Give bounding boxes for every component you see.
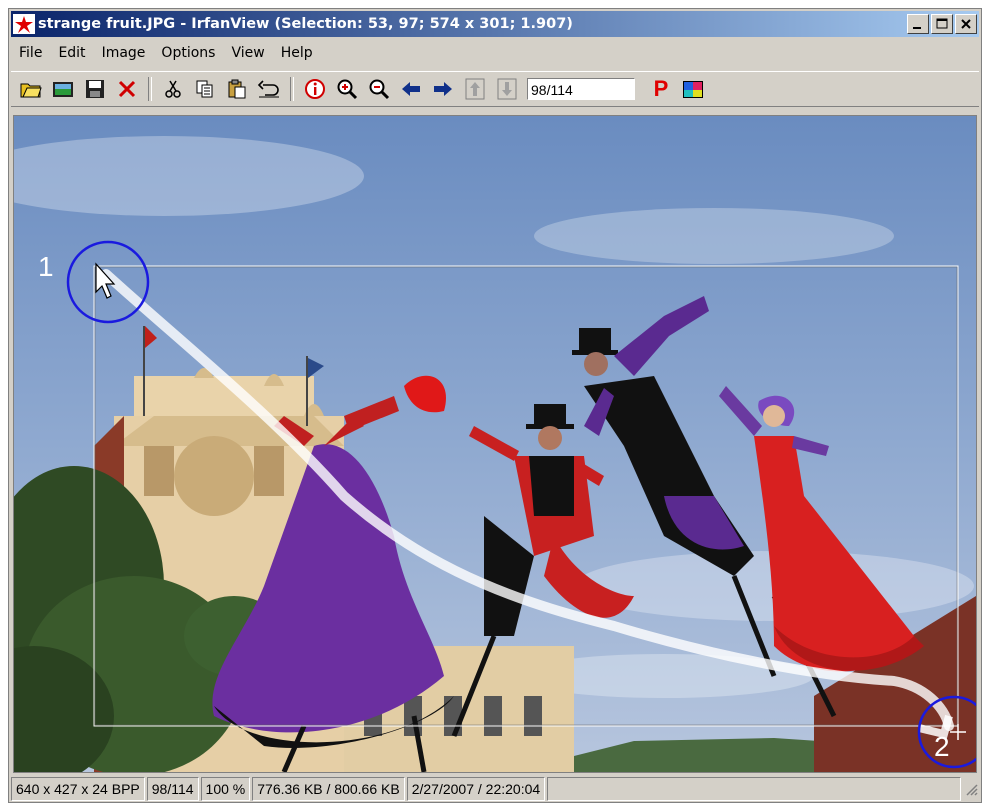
photo-canvas: 1 2 <box>14 116 976 772</box>
toolbar-separator <box>290 77 294 101</box>
close-button[interactable] <box>955 14 977 34</box>
slideshow-icon[interactable] <box>49 75 77 103</box>
status-bar: 640 x 427 x 24 BPP 98/114 100 % 776.36 K… <box>11 777 979 801</box>
first-page-icon[interactable] <box>461 75 489 103</box>
toolbar-separator <box>148 77 152 101</box>
image-viewport[interactable]: 1 2 <box>13 115 977 773</box>
menu-file[interactable]: File <box>11 45 50 61</box>
status-filesize: 776.36 KB / 800.66 KB <box>252 777 405 801</box>
status-dimensions: 640 x 427 x 24 BPP <box>11 777 145 801</box>
resize-grip-icon[interactable] <box>963 777 979 801</box>
previous-arrow-icon[interactable] <box>397 75 425 103</box>
zoom-out-icon[interactable] <box>365 75 393 103</box>
status-page: 98/114 <box>146 777 199 801</box>
cut-icon[interactable] <box>159 75 187 103</box>
menu-edit[interactable]: Edit <box>50 45 93 61</box>
irfanview-window: strange fruit.JPG - IrfanView (Selection… <box>8 8 982 803</box>
menu-options[interactable]: Options <box>153 45 223 61</box>
annotation-label-2: 2 <box>934 731 950 762</box>
menu-help[interactable]: Help <box>273 45 321 61</box>
toolbar: 98/114 P <box>11 71 979 107</box>
open-folder-icon[interactable] <box>17 75 45 103</box>
last-page-icon[interactable] <box>493 75 521 103</box>
save-icon[interactable] <box>81 75 109 103</box>
next-arrow-icon[interactable] <box>429 75 457 103</box>
minimize-button[interactable] <box>907 14 929 34</box>
undo-icon[interactable] <box>255 75 283 103</box>
title-bar[interactable]: strange fruit.JPG - IrfanView (Selection… <box>11 11 979 37</box>
print-label: P <box>653 76 669 101</box>
page-number-field[interactable]: 98/114 <box>527 78 635 100</box>
status-zoom: 100 % <box>200 777 251 801</box>
window-title: strange fruit.JPG - IrfanView (Selection… <box>38 16 573 32</box>
menu-view[interactable]: View <box>223 45 272 61</box>
copy-icon[interactable] <box>191 75 219 103</box>
delete-icon[interactable] <box>113 75 141 103</box>
print-p-icon[interactable]: P <box>647 75 675 103</box>
menu-bar: File Edit Image Options View Help <box>11 41 321 65</box>
menu-image[interactable]: Image <box>94 45 154 61</box>
annotation-label-1: 1 <box>38 251 54 282</box>
status-datetime: 2/27/2007 / 22:20:04 <box>406 777 546 801</box>
maximize-button[interactable] <box>931 14 953 34</box>
paste-icon[interactable] <box>223 75 251 103</box>
status-empty <box>547 777 961 801</box>
irfanview-logo-icon <box>13 14 35 34</box>
info-icon[interactable] <box>301 75 329 103</box>
color-palette-icon[interactable] <box>679 75 707 103</box>
zoom-in-icon[interactable] <box>333 75 361 103</box>
